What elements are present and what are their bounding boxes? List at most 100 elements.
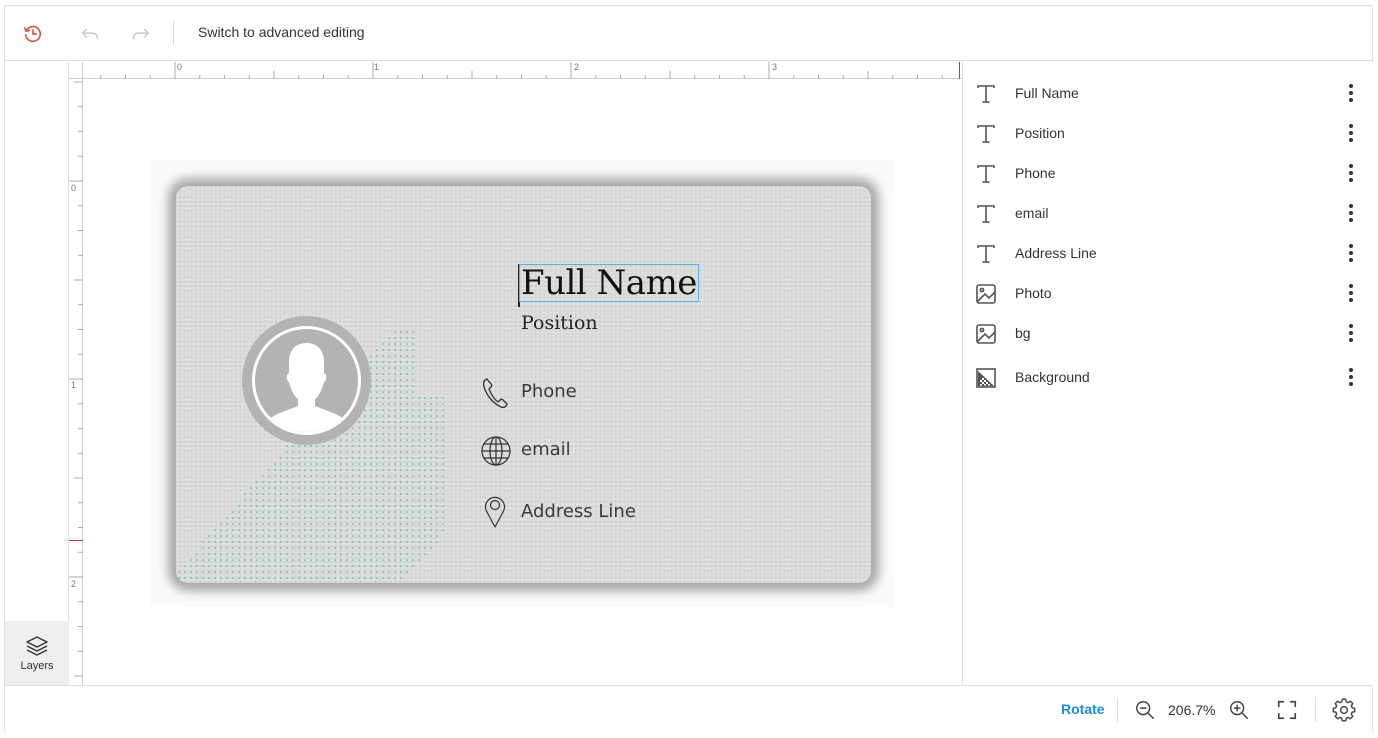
layers-button[interactable]: Layers bbox=[5, 621, 69, 685]
pattern-dot bbox=[406, 553, 408, 555]
pattern-dot bbox=[358, 535, 360, 537]
layer-more-options-button[interactable] bbox=[1341, 241, 1361, 265]
layer-item[interactable]: Address Line bbox=[963, 233, 1374, 273]
card-full-name[interactable]: Full Name bbox=[519, 264, 699, 302]
layer-item[interactable]: Photo bbox=[963, 273, 1374, 313]
more-vertical-icon-dot bbox=[1349, 291, 1353, 295]
pattern-dot bbox=[400, 505, 402, 507]
pattern-dot bbox=[262, 487, 264, 489]
pattern-dot bbox=[370, 367, 372, 369]
layer-item[interactable]: bg bbox=[963, 313, 1374, 353]
pattern-dot bbox=[340, 457, 342, 459]
pattern-dot bbox=[328, 529, 330, 531]
horizontal-ruler[interactable]: 0 1 2 3 bbox=[69, 62, 962, 79]
pattern-dot bbox=[400, 511, 402, 513]
pattern-dot bbox=[406, 415, 408, 417]
pattern-dot bbox=[292, 487, 294, 489]
business-card[interactable]: Full Name Position Phone email Address L… bbox=[176, 186, 871, 583]
pattern-dot bbox=[424, 469, 426, 471]
history-button[interactable] bbox=[19, 20, 47, 48]
layer-item[interactable]: email bbox=[963, 193, 1374, 233]
fullscreen-button[interactable] bbox=[1275, 698, 1299, 722]
pattern-dot bbox=[310, 571, 312, 573]
pattern-dot bbox=[358, 475, 360, 477]
layer-item[interactable]: Phone bbox=[963, 153, 1374, 193]
more-vertical-icon bbox=[1349, 84, 1353, 88]
pattern-dot bbox=[370, 355, 372, 357]
pattern-dot bbox=[370, 409, 372, 411]
pattern-dot bbox=[310, 463, 312, 465]
design-canvas[interactable]: Full Name Position Phone email Address L… bbox=[84, 80, 962, 685]
layer-more-options-button[interactable] bbox=[1341, 201, 1361, 225]
layers-label: Layers bbox=[20, 659, 54, 672]
redo-button[interactable] bbox=[127, 20, 155, 48]
pattern-dot bbox=[424, 499, 426, 501]
card-phone[interactable]: Phone bbox=[521, 381, 577, 402]
layer-item[interactable]: Full Name bbox=[963, 73, 1374, 113]
pattern-dot bbox=[382, 379, 384, 381]
pattern-dot bbox=[412, 355, 414, 357]
switch-advanced-editing-button[interactable]: Switch to advanced editing bbox=[198, 24, 365, 40]
pattern-dot bbox=[394, 355, 396, 357]
pattern-dot bbox=[358, 523, 360, 525]
rotate-button[interactable]: Rotate bbox=[1061, 701, 1105, 717]
pattern-dot bbox=[406, 445, 408, 447]
pattern-dot bbox=[382, 433, 384, 435]
image-icon bbox=[975, 283, 997, 305]
pattern-dot bbox=[244, 493, 246, 495]
pattern-dot bbox=[394, 331, 396, 333]
undo-button[interactable] bbox=[76, 20, 104, 48]
pattern-dot bbox=[382, 541, 384, 543]
pattern-dot bbox=[268, 475, 270, 477]
pattern-dot bbox=[376, 421, 378, 423]
layer-item[interactable]: Background bbox=[963, 357, 1374, 397]
pattern-dot bbox=[328, 481, 330, 483]
pattern-dot bbox=[250, 523, 252, 525]
pattern-dot bbox=[376, 379, 378, 381]
pattern-dot bbox=[322, 535, 324, 537]
pattern-dot bbox=[436, 535, 438, 537]
pattern-dot bbox=[382, 463, 384, 465]
pattern-dot bbox=[412, 565, 414, 567]
pattern-dot bbox=[400, 349, 402, 351]
pattern-dot bbox=[418, 559, 420, 561]
pattern-dot bbox=[418, 415, 420, 417]
pattern-dot bbox=[340, 553, 342, 555]
pattern-dot bbox=[412, 403, 414, 405]
pattern-dot bbox=[346, 499, 348, 501]
pattern-dot bbox=[382, 553, 384, 555]
card-position[interactable]: Position bbox=[521, 312, 598, 334]
pattern-dot bbox=[310, 475, 312, 477]
pattern-dot bbox=[430, 463, 432, 465]
settings-button[interactable] bbox=[1332, 698, 1356, 722]
layer-more-options-button[interactable] bbox=[1341, 281, 1361, 305]
card-address[interactable]: Address Line bbox=[521, 501, 636, 522]
pattern-dot bbox=[394, 469, 396, 471]
pattern-dot bbox=[364, 451, 366, 453]
pattern-dot bbox=[304, 469, 306, 471]
layer-more-options-button[interactable] bbox=[1341, 365, 1361, 389]
pattern-dot bbox=[388, 493, 390, 495]
layer-more-options-button[interactable] bbox=[1341, 121, 1361, 145]
zoom-in-button[interactable] bbox=[1227, 698, 1251, 722]
pattern-dot bbox=[388, 523, 390, 525]
photo-placeholder[interactable] bbox=[242, 316, 371, 445]
layer-more-options-button[interactable] bbox=[1341, 321, 1361, 345]
layer-item[interactable]: Position bbox=[963, 113, 1374, 153]
more-vertical-icon-dot bbox=[1349, 98, 1353, 102]
redo-icon bbox=[132, 28, 150, 40]
pattern-dot bbox=[340, 469, 342, 471]
background-icon bbox=[975, 367, 997, 389]
zoom-out-button[interactable] bbox=[1133, 698, 1157, 722]
layer-more-options-button[interactable] bbox=[1341, 81, 1361, 105]
pattern-dot bbox=[394, 463, 396, 465]
vertical-ruler[interactable]: 0 1 2 bbox=[69, 62, 83, 685]
more-vertical-icon-dot bbox=[1349, 331, 1353, 335]
pattern-dot bbox=[244, 499, 246, 501]
pattern-dot bbox=[220, 553, 222, 555]
pattern-dot bbox=[382, 343, 384, 345]
layer-more-options-button[interactable] bbox=[1341, 161, 1361, 185]
card-email[interactable]: email bbox=[521, 439, 571, 460]
pattern-dot bbox=[364, 415, 366, 417]
pattern-dot bbox=[388, 415, 390, 417]
